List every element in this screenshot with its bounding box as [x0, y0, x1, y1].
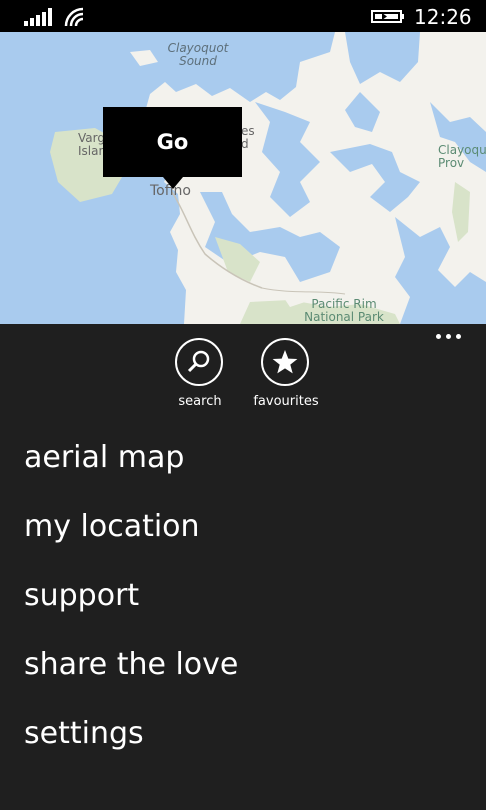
favourites-button[interactable]: [261, 338, 309, 386]
status-clock: 12:26: [414, 5, 472, 29]
star-icon: [272, 350, 298, 374]
go-label: Go: [156, 130, 189, 154]
go-popup[interactable]: Go: [103, 107, 242, 177]
search-icon: [187, 350, 210, 373]
menu-item-share-the-love[interactable]: share the love: [24, 647, 238, 682]
battery-charging-icon: [371, 10, 404, 23]
map-label-vargas-island: Varg Islan: [78, 131, 107, 158]
menu-item-settings[interactable]: settings: [24, 716, 144, 751]
menu-item-my-location[interactable]: my location: [24, 509, 200, 544]
map-view[interactable]: Clayoquot Sound Varg Islan es d Clayoquo…: [0, 32, 486, 324]
map-tiles: [0, 32, 486, 324]
map-label-pacific-rim: Pacific Rim National Park: [304, 297, 384, 324]
status-bar: 12:26: [0, 0, 486, 32]
more-options-button[interactable]: [434, 334, 464, 344]
wifi-icon: [64, 7, 84, 27]
map-label-clayoquot-prov: Clayoquot Prov: [438, 143, 486, 170]
favourites-label[interactable]: favourites: [246, 394, 326, 409]
more-dot: [456, 334, 461, 339]
search-button[interactable]: [175, 338, 223, 386]
more-dot: [446, 334, 451, 339]
go-popup-pointer: [163, 177, 183, 189]
menu-item-support[interactable]: support: [24, 578, 139, 613]
search-label[interactable]: search: [170, 394, 230, 409]
map-label-es-d: es d: [241, 124, 255, 151]
menu-item-aerial-map[interactable]: aerial map: [24, 440, 184, 475]
signal-strength-icon: [24, 8, 52, 26]
map-label-clayoquot-sound: Clayoquot Sound: [167, 41, 229, 68]
more-dot: [436, 334, 441, 339]
